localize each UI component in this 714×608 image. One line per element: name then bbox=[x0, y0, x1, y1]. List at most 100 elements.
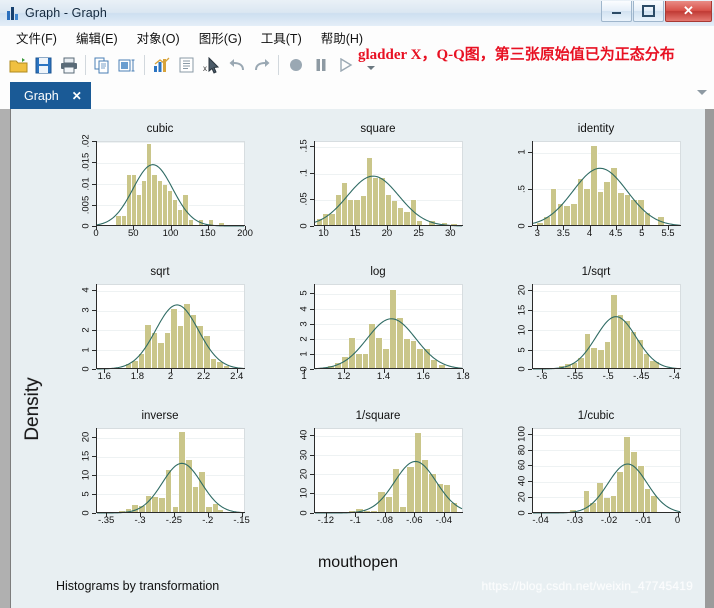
y-tick-label: 5 bbox=[80, 491, 92, 497]
menu-tools[interactable]: 工具(T) bbox=[253, 26, 310, 49]
x-tick-label: -.5 bbox=[602, 371, 614, 383]
normal-density-curve bbox=[533, 285, 680, 369]
panel-title: 1/sqrt bbox=[581, 266, 611, 279]
y-tick-label: 0 bbox=[516, 223, 528, 229]
x-tick-label: -.1 bbox=[349, 514, 361, 526]
x-tick-label: 1.8 bbox=[456, 371, 470, 383]
redo-icon[interactable] bbox=[250, 53, 273, 77]
x-axis-line bbox=[96, 511, 245, 513]
new-graph-icon[interactable] bbox=[150, 53, 173, 77]
x-axis-line bbox=[314, 368, 463, 370]
undo-icon[interactable] bbox=[225, 53, 248, 77]
x-tick-label: 150 bbox=[199, 228, 216, 239]
y-tick-label: 80 bbox=[516, 444, 528, 455]
x-tick-label: 20 bbox=[381, 228, 393, 239]
y-tick-label: 1 bbox=[298, 351, 310, 357]
x-axis-line bbox=[532, 511, 681, 513]
y-tick-label: 10 bbox=[298, 488, 310, 499]
y-tick-label: 0 bbox=[80, 510, 92, 516]
toolbar-separator bbox=[144, 55, 145, 75]
x-tick-label: 4 bbox=[586, 228, 593, 239]
chart-bars-icon bbox=[7, 6, 19, 20]
plot-area bbox=[97, 427, 245, 513]
x-tick-label: 1.4 bbox=[376, 371, 391, 383]
print-icon[interactable] bbox=[57, 53, 80, 77]
save-icon[interactable] bbox=[32, 53, 55, 77]
plot-area bbox=[533, 284, 681, 369]
maximize-button[interactable] bbox=[633, 1, 664, 22]
graph-note: Histograms by transformation bbox=[56, 579, 220, 593]
x-axis-line bbox=[314, 511, 463, 513]
histogram-panel: log01234511.21.41.61.8 bbox=[269, 264, 487, 407]
y-tick-mark bbox=[92, 512, 96, 514]
y-tick-label: 30 bbox=[298, 449, 310, 460]
menu-edit[interactable]: 编辑(E) bbox=[68, 26, 126, 49]
normal-density-curve bbox=[315, 142, 462, 226]
tab-graph-label: Graph bbox=[24, 88, 59, 103]
tab-close-icon[interactable]: ✕ bbox=[72, 89, 82, 103]
y-tick-label: 40 bbox=[516, 475, 528, 487]
x-axis-line bbox=[314, 225, 463, 226]
y-tick-label: 2 bbox=[298, 336, 310, 342]
minimize-button[interactable] bbox=[601, 1, 632, 22]
y-tick-mark bbox=[310, 512, 314, 514]
y-tick-mark bbox=[92, 369, 96, 371]
histogram-panel: 1/square 0 10 20 30 40 -.12 -.1 -.08 -.06 -.04 bbox=[269, 408, 487, 551]
x-tick-label: 4.5 bbox=[609, 228, 623, 239]
y-tick-mark bbox=[310, 226, 314, 227]
left-scroll-gutter[interactable] bbox=[0, 109, 11, 608]
y-tick-label: 60 bbox=[516, 460, 528, 471]
x-tick-labels: 1.6 1.8 2 2.2 2.4 bbox=[96, 371, 245, 385]
normal-density-curve bbox=[97, 429, 244, 513]
y-tick-label: .15 bbox=[298, 139, 310, 153]
y-tick-label: 3 bbox=[298, 321, 310, 327]
copy-icon[interactable] bbox=[91, 53, 114, 77]
pause-icon[interactable] bbox=[309, 53, 332, 77]
pointer-icon[interactable]: x bbox=[200, 53, 223, 77]
x-tick-label: 3 bbox=[534, 228, 540, 239]
x-tick-label: -.04 bbox=[435, 514, 452, 526]
y-tick-label: .005 bbox=[80, 195, 92, 215]
y-tick-label: 100 bbox=[516, 426, 528, 442]
close-button[interactable]: ✕ bbox=[665, 1, 712, 22]
x-tick-label: 0 bbox=[93, 228, 99, 239]
histogram-panel: square 0 .05 .1 .15 10 15 20 25 30 bbox=[269, 121, 487, 264]
histogram-panel: identity 0.5 1 3 3.5 4 4.5 5 5.5 bbox=[487, 121, 705, 264]
plot-area bbox=[533, 427, 681, 513]
log-icon[interactable] bbox=[175, 53, 198, 77]
x-tick-label: -.03 bbox=[566, 514, 583, 526]
x-tick-labels: -.12 -.1 -.08 -.06 -.04 bbox=[314, 515, 463, 529]
chevron-down-icon[interactable] bbox=[697, 90, 707, 95]
right-scroll-gutter[interactable] bbox=[705, 109, 714, 608]
y-tick-label: .02 bbox=[80, 134, 92, 148]
normal-density-curve bbox=[533, 142, 680, 226]
menu-graph[interactable]: 图形(G) bbox=[191, 26, 250, 49]
y-tick-label: 20 bbox=[298, 468, 310, 480]
open-folder-icon[interactable] bbox=[7, 53, 30, 77]
x-tick-label: -.25 bbox=[165, 514, 183, 526]
x-tick-label: 3.5 bbox=[556, 228, 570, 239]
normal-density-curve bbox=[315, 285, 462, 369]
menu-file[interactable]: 文件(F) bbox=[8, 26, 65, 49]
y-tick-mark bbox=[310, 369, 314, 371]
y-tick-mark bbox=[528, 512, 532, 514]
y-tick-label: 0 bbox=[80, 223, 92, 229]
x-tick-label: -.6 bbox=[536, 371, 548, 383]
tab-graph[interactable]: Graph ✕ bbox=[10, 82, 91, 109]
tab-strip: Graph ✕ bbox=[0, 82, 714, 110]
normal-density-curve bbox=[533, 429, 680, 513]
plot-area bbox=[97, 141, 245, 226]
x-axis-line bbox=[532, 225, 681, 226]
rename-icon[interactable] bbox=[116, 53, 139, 77]
x-tick-labels: 3 3.5 4 4.5 5 5.5 bbox=[532, 228, 681, 242]
x-tick-labels: -.35 -.3 -.25 -.2 -.15 bbox=[96, 514, 250, 529]
x-axis-title: mouthopen bbox=[317, 554, 399, 571]
play-icon[interactable] bbox=[334, 53, 357, 77]
menu-object[interactable]: 对象(O) bbox=[129, 26, 188, 49]
x-tick-label: 0 bbox=[674, 514, 681, 526]
y-tick-label: 0 bbox=[516, 510, 528, 516]
x-tick-label: -.15 bbox=[233, 514, 250, 526]
record-icon[interactable] bbox=[284, 53, 307, 77]
y-tick-labels: 0 1 2 3 4 bbox=[79, 284, 93, 372]
x-tick-label: -.4 bbox=[668, 371, 680, 383]
